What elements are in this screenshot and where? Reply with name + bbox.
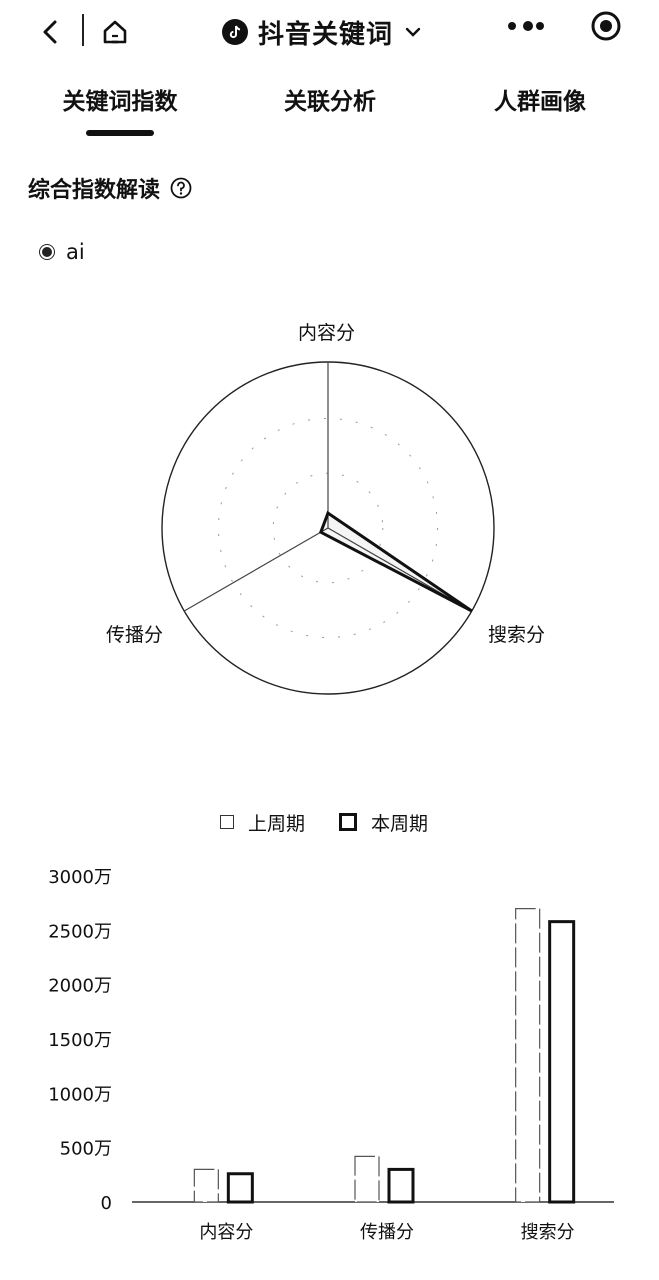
tiktok-logo-icon <box>222 19 248 45</box>
radar-axis-label-search: 搜索分 <box>488 624 546 646</box>
tab-keyword-index[interactable]: 关键词指数 <box>40 82 200 122</box>
y-tick-label: 1500万 <box>48 1030 112 1051</box>
bar-last-period[interactable] <box>354 1155 380 1203</box>
radar-series-name: ai <box>66 240 85 264</box>
bar-chart-legend: 上周期 本周期 <box>220 808 428 836</box>
more-dots-icon <box>508 21 544 31</box>
section-heading: 综合指数解读 <box>28 170 192 206</box>
bar-this-period[interactable] <box>387 1167 415 1204</box>
legend-dot-icon <box>40 245 54 259</box>
bar-this-period[interactable] <box>548 920 576 1204</box>
y-tick-label: 0 <box>101 1193 112 1214</box>
x-tick-label: 搜索分 <box>521 1222 575 1243</box>
radar-axis-line <box>183 527 329 612</box>
home-button[interactable] <box>98 14 132 50</box>
x-tick-label: 内容分 <box>199 1222 253 1243</box>
chevron-down-icon <box>403 22 423 42</box>
bar-last-period[interactable] <box>193 1168 219 1203</box>
legend-swatch-last <box>220 815 234 829</box>
legend-swatch-this <box>339 813 358 831</box>
radar-legend-item[interactable]: ai <box>40 238 85 266</box>
radar-axis-label-content: 内容分 <box>298 322 356 344</box>
y-tick-label: 3000万 <box>48 867 112 888</box>
app-title-switcher[interactable]: 抖音关键词 <box>222 12 423 52</box>
close-miniprogram-button[interactable] <box>588 8 624 44</box>
header-divider <box>82 14 84 46</box>
tab-related-analysis[interactable]: 关联分析 <box>250 82 410 122</box>
question-circle-icon[interactable] <box>170 177 192 199</box>
legend-label-last: 上周期 <box>248 812 306 835</box>
target-circle-icon <box>591 11 621 41</box>
more-button[interactable] <box>500 14 548 38</box>
bar-chart: 0 500万 1000万 1500万 2000万 2500万 3000万内容分 传播分 搜索分 <box>48 867 614 1243</box>
y-tick-label: 1000万 <box>48 1084 112 1105</box>
legend-last-period[interactable]: 上周期 <box>220 809 305 836</box>
home-icon <box>103 20 127 44</box>
bar-this-period[interactable] <box>226 1172 254 1204</box>
y-tick-label: 2000万 <box>48 976 112 997</box>
x-tick-label: 传播分 <box>360 1222 414 1243</box>
active-tab-indicator <box>86 130 154 136</box>
section-title-text: 综合指数解读 <box>28 178 161 203</box>
y-tick-label: 2500万 <box>48 921 112 942</box>
back-arrow-icon <box>43 20 57 44</box>
radar-axis-label-spread: 传播分 <box>106 624 164 646</box>
radar-chart <box>161 361 495 695</box>
bar-last-period[interactable] <box>515 907 541 1203</box>
top-bar: 抖音关键词 <box>0 0 659 64</box>
y-tick-label: 500万 <box>60 1139 112 1160</box>
app-title: 抖音关键词 <box>258 19 394 50</box>
legend-label-this: 本周期 <box>371 812 429 835</box>
back-button[interactable] <box>34 14 66 50</box>
tab-audience-profile[interactable]: 人群画像 <box>460 82 620 122</box>
radar-series-ai <box>318 510 473 613</box>
legend-this-period[interactable]: 本周期 <box>339 809 428 836</box>
tab-bar: 关键词指数 关联分析 人群画像 <box>0 82 659 142</box>
